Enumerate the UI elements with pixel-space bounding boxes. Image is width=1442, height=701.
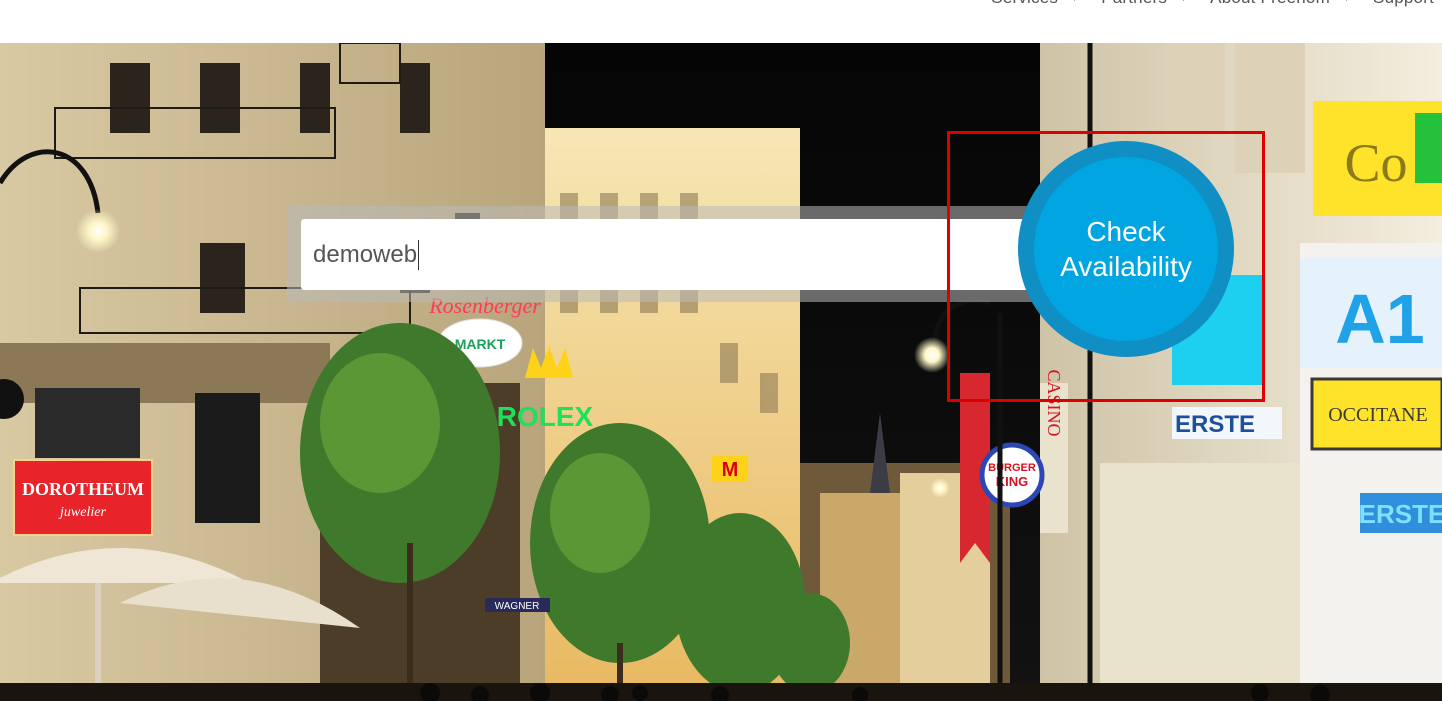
nav-item-label: Support [1373, 0, 1434, 8]
chevron-down-icon: ▼ [1179, 0, 1188, 3]
chevron-down-icon: ▼ [1070, 0, 1079, 3]
check-availability-label: Check Availability [1060, 216, 1192, 282]
check-availability-button[interactable]: Check Availability [1018, 141, 1234, 357]
search-input-value: demoweb [313, 240, 418, 268]
nav-item-label: About Freenom [1210, 0, 1330, 8]
mcdonalds-sign: M [722, 459, 739, 481]
chevron-down-icon: ▼ [1342, 0, 1351, 3]
check-availability-button-face: Check Availability [1034, 157, 1218, 341]
casino-sign: CASINO [1044, 369, 1064, 436]
nav-item-support[interactable]: Support [1373, 0, 1434, 8]
text-caret [418, 239, 420, 270]
nav-item-label: Partners [1101, 0, 1167, 8]
hero-background-image: DOROTHEUM juwelier Rosenberger MARKT ROL… [0, 43, 1442, 701]
erste-sign: ERSTE [1175, 411, 1255, 438]
wagner-sign: WAGNER [495, 601, 540, 612]
markt-sign: MARKT [455, 336, 506, 352]
main-menu: Services ▼ Partners ▼ About Freenom ▼ Su… [969, 0, 1434, 8]
nav-item-partners[interactable]: Partners ▼ [1101, 0, 1188, 8]
domain-search-input[interactable]: demoweb [301, 219, 1035, 290]
erste-right-sign: ERSTE [1359, 499, 1442, 529]
domain-search-bar: demoweb [287, 206, 1037, 302]
occitane-sign: OCCITANE [1328, 404, 1428, 426]
rolex-sign: ROLEX [497, 401, 594, 432]
nav-item-services[interactable]: Services ▼ [991, 0, 1079, 8]
dorotheum-sign: DOROTHEUM [22, 479, 144, 499]
a1-sign: A1 [1335, 280, 1424, 358]
nav-item-label: Services [991, 0, 1058, 8]
top-navigation: Services ▼ Partners ▼ About Freenom ▼ Su… [0, 0, 1442, 43]
nav-item-about[interactable]: About Freenom ▼ [1210, 0, 1351, 8]
burger-king-sign-top: BURGER [988, 462, 1036, 474]
co-sign: Co [1344, 133, 1407, 193]
juwelier-sign: juwelier [58, 505, 106, 520]
hero-banner: DOROTHEUM juwelier Rosenberger MARKT ROL… [0, 43, 1442, 701]
